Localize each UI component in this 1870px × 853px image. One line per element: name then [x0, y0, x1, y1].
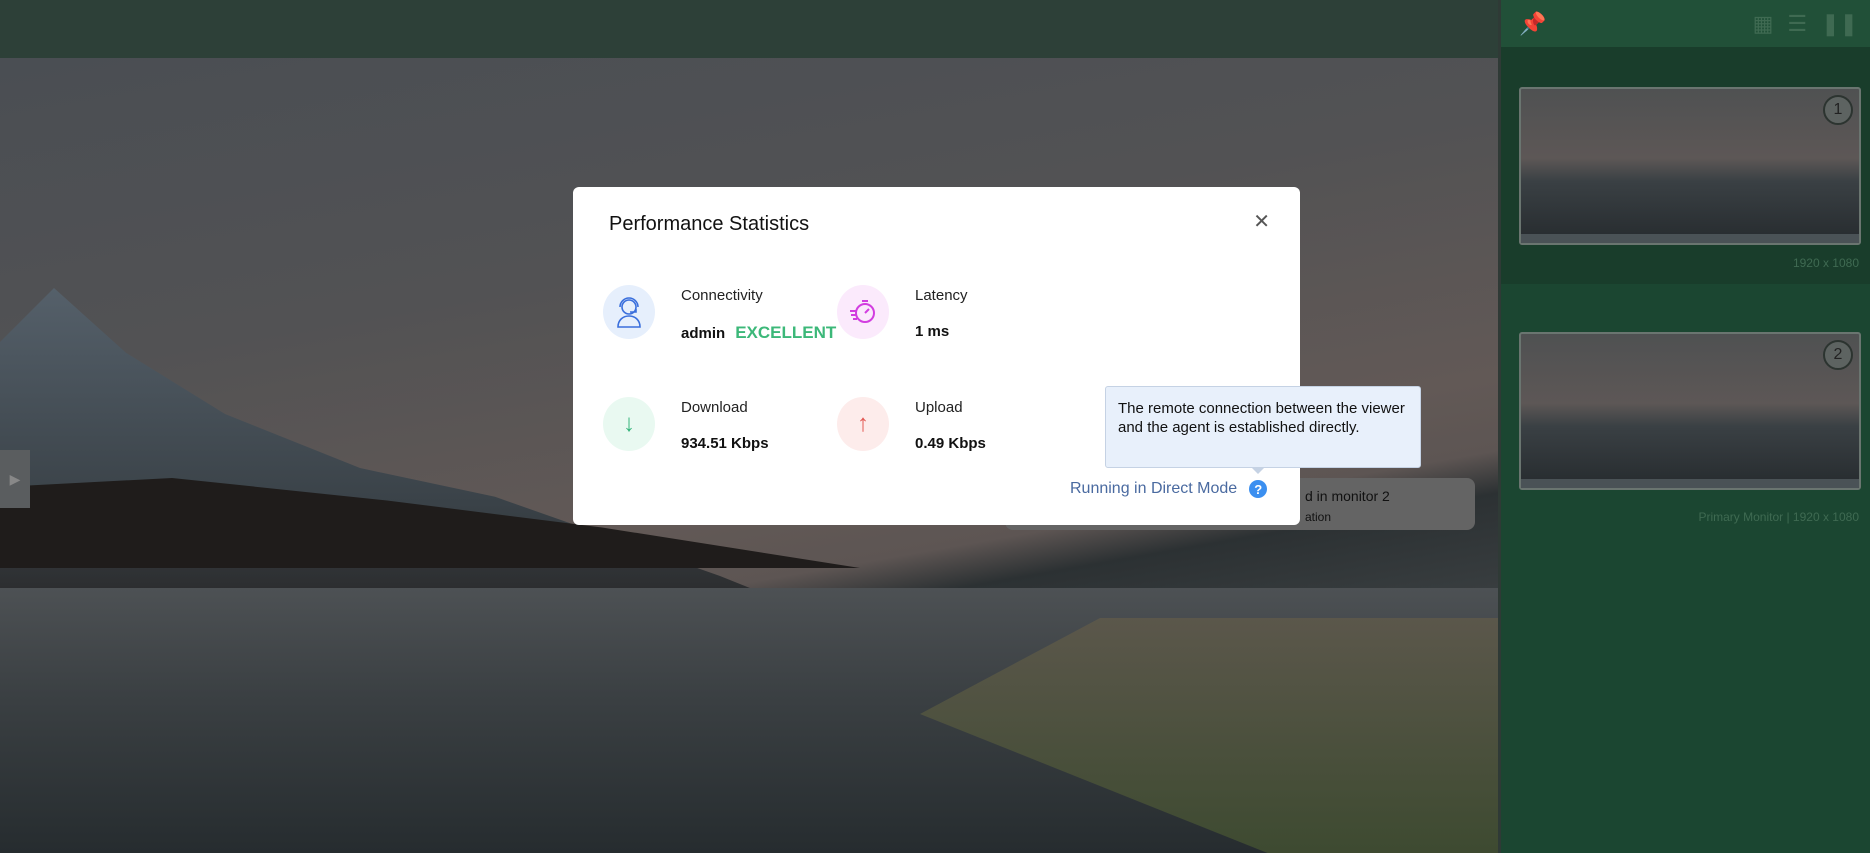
upload-value: 0.49 Kbps [915, 435, 986, 452]
dialog-title: Performance Statistics [609, 213, 810, 235]
monitor-number-badge: 2 [1823, 340, 1853, 370]
monitor-number-badge: 1 [1823, 95, 1853, 125]
viewer-toolbar [0, 0, 1498, 58]
notification-subtext: ation [1305, 510, 1332, 524]
list-view-icon[interactable]: ☰ [1787, 11, 1807, 37]
notification-text: d in monitor 2 [1305, 488, 1390, 504]
help-icon[interactable]: ? [1249, 480, 1268, 498]
connectivity-status: EXCELLENT [735, 323, 837, 342]
latency-stat: Latency 1 ms [837, 285, 1167, 355]
monitor-sidebar: 📌 ▦ ☰ ❚❚ 1 1920 x 1080 2 Primary Monitor… [1498, 0, 1870, 853]
close-icon[interactable]: ✕ [1253, 209, 1270, 234]
monitor-1-thumbnail[interactable]: 1 [1519, 87, 1861, 245]
stopwatch-icon [837, 285, 889, 339]
monitor-2-section[interactable]: 2 Primary Monitor | 1920 x 1080 [1501, 284, 1870, 584]
support-agent-icon [603, 285, 655, 339]
latency-value: 1 ms [915, 323, 950, 340]
monitor-2-thumbnail[interactable]: 2 [1519, 332, 1861, 490]
connectivity-label: Connectivity [681, 287, 763, 304]
connection-mode-text: Running in Direct Mode [1070, 480, 1238, 497]
connectivity-user: admin [681, 325, 726, 342]
monitor-2-resolution: Primary Monitor | 1920 x 1080 [1698, 510, 1859, 524]
pause-icon[interactable]: ❚❚ [1821, 11, 1858, 37]
arrow-down-icon: ↓ [603, 397, 655, 451]
direct-mode-tooltip: The remote connection between the viewer… [1105, 386, 1421, 474]
connection-mode: Running in Direct Mode ? [1070, 480, 1268, 498]
monitor-1-section[interactable]: 1 1920 x 1080 [1501, 47, 1870, 284]
pin-icon[interactable]: 📌 [1519, 11, 1546, 37]
grid-view-icon[interactable]: ▦ [1753, 11, 1774, 37]
latency-label: Latency [915, 287, 968, 304]
performance-statistics-dialog: Performance Statistics ✕ Connectivity ad… [573, 187, 1300, 525]
sidebar-header: 📌 ▦ ☰ ❚❚ [1501, 0, 1870, 47]
upload-label: Upload [915, 399, 963, 416]
arrow-up-icon: ↑ [837, 397, 889, 451]
expand-panel-handle[interactable]: ▶ [0, 450, 30, 508]
download-label: Download [681, 399, 748, 416]
monitor-1-resolution: 1920 x 1080 [1792, 256, 1859, 270]
download-value: 934.51 Kbps [681, 435, 769, 452]
play-icon: ▶ [9, 470, 21, 487]
